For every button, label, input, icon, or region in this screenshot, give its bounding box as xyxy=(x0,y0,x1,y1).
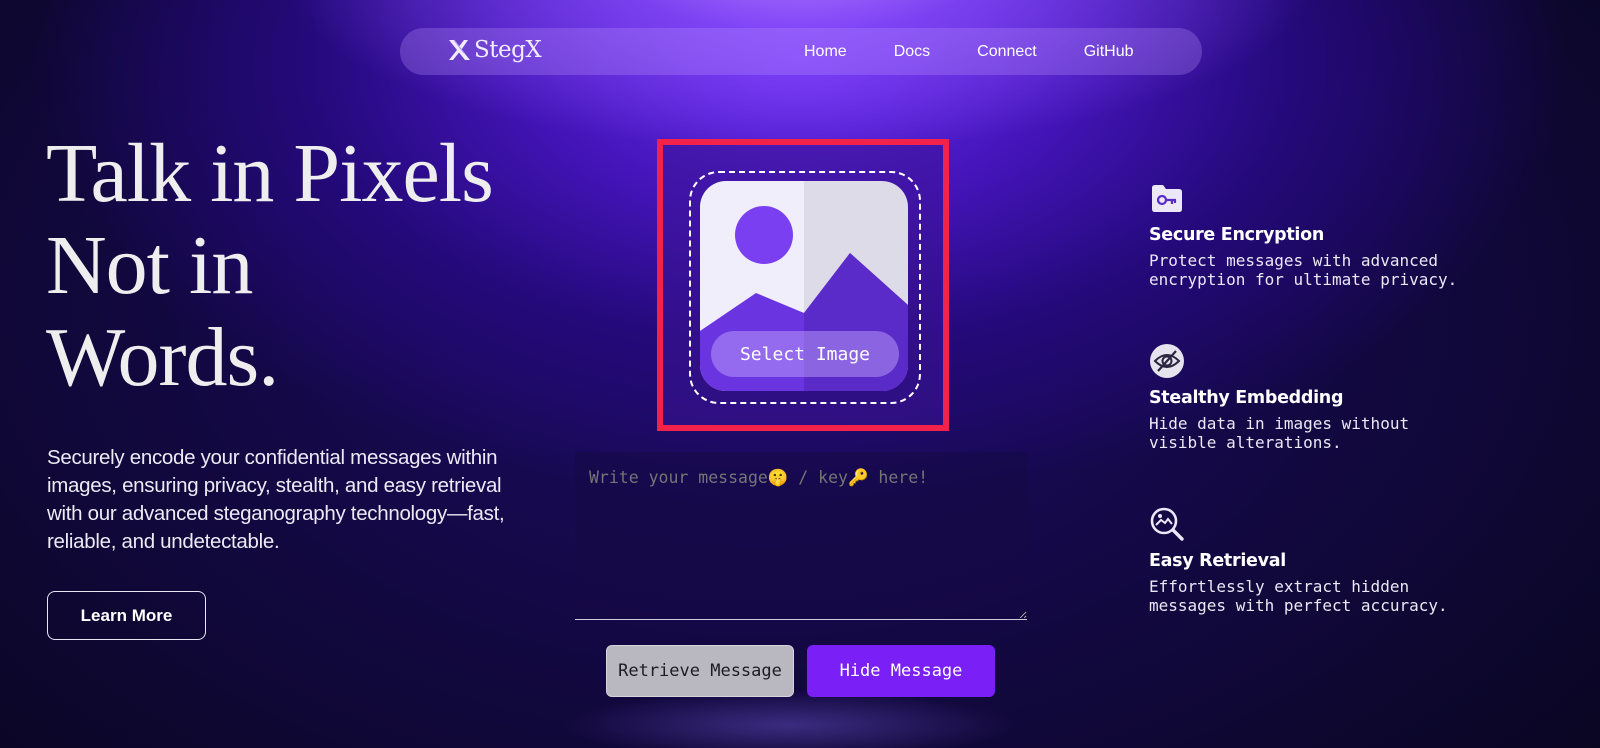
nav-link-connect[interactable]: Connect xyxy=(977,43,1037,61)
hide-message-button[interactable]: Hide Message xyxy=(807,645,995,697)
hero-description: Securely encode your confidential messag… xyxy=(47,446,505,553)
learn-more-button[interactable]: Learn More xyxy=(47,591,206,640)
x-logo-icon xyxy=(449,39,470,60)
feature-description: Hide data in images without visible alte… xyxy=(1149,414,1410,452)
message-input[interactable] xyxy=(575,452,1027,620)
feature-secure-encryption: Secure Encryption Protect messages with … xyxy=(1149,180,1489,289)
feature-title: Stealthy Embedding xyxy=(1149,388,1344,408)
feature-description: Protect messages with advanced encryptio… xyxy=(1149,251,1458,289)
feature-title: Easy Retrieval xyxy=(1149,551,1286,571)
eye-slash-icon xyxy=(1150,344,1184,378)
feature-stealthy-embedding: Stealthy Embedding Hide data in images w… xyxy=(1149,343,1489,452)
bottom-glow xyxy=(560,690,1020,748)
select-image-button[interactable]: Select Image xyxy=(711,331,899,377)
image-upload-area[interactable]: Select Image xyxy=(657,139,949,431)
hero-title-line: Not in xyxy=(46,219,253,312)
navbar: StegX Home Docs Connect GitHub xyxy=(400,28,1202,75)
nav-link-docs[interactable]: Docs xyxy=(894,43,930,61)
brand-logo[interactable]: StegX xyxy=(446,37,542,63)
hero-title-line: Talk in Pixels xyxy=(46,127,494,220)
nav-link-github[interactable]: GitHub xyxy=(1084,43,1134,61)
hero-title-line: Words. xyxy=(46,311,279,404)
feature-title: Secure Encryption xyxy=(1149,225,1324,245)
hero-title: Talk in Pixels Not in Words. xyxy=(46,128,566,404)
nav-link-home[interactable]: Home xyxy=(804,43,847,61)
nav-links: Home Docs Connect GitHub xyxy=(804,28,1181,75)
retrieve-message-button[interactable]: Retrieve Message xyxy=(606,645,794,697)
folder-key-icon xyxy=(1152,185,1182,212)
brand-name: StegX xyxy=(474,37,542,63)
image-search-icon xyxy=(1150,507,1184,541)
feature-easy-retrieval: Easy Retrieval Effortlessly extract hidd… xyxy=(1149,506,1489,615)
feature-description: Effortlessly extract hidden messages wit… xyxy=(1149,577,1448,615)
